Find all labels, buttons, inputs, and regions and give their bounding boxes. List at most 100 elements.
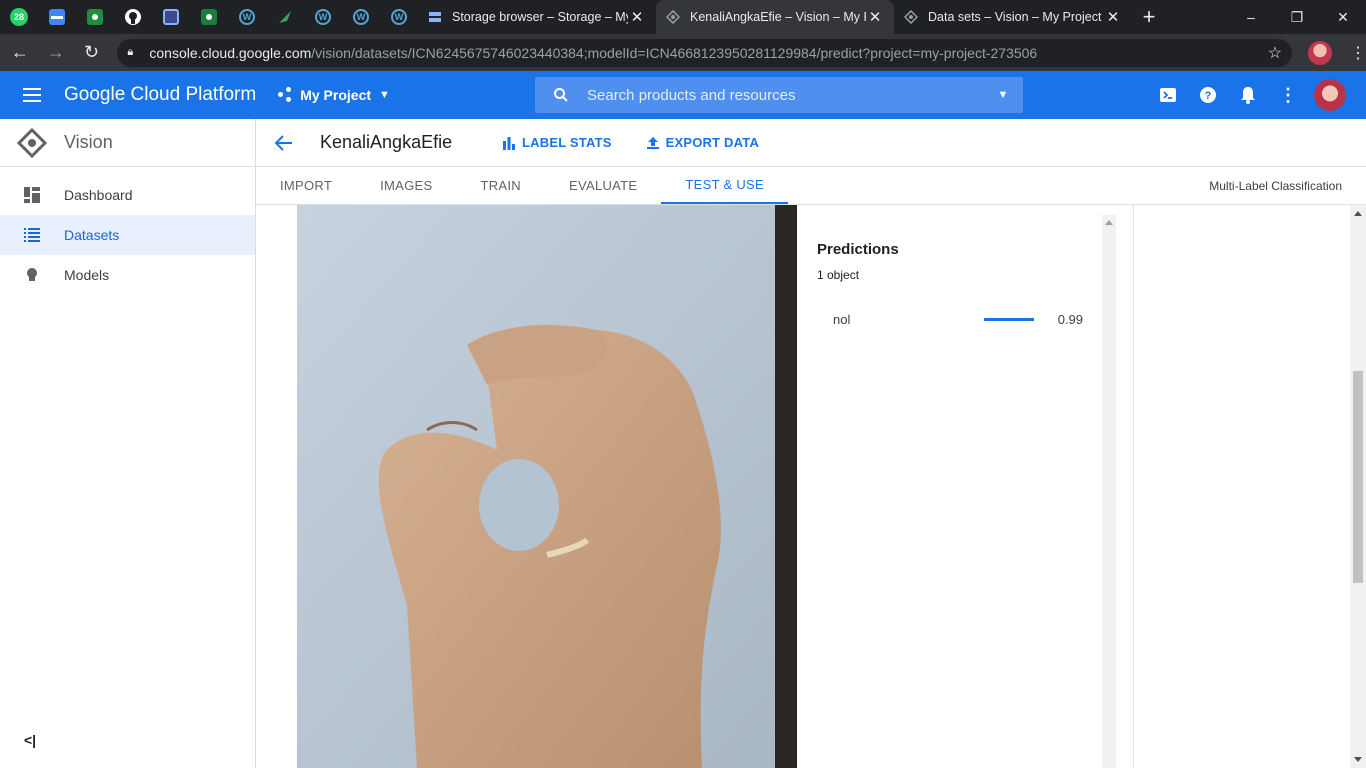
restore-button[interactable]: ❐	[1274, 0, 1320, 34]
wordpress-icon: W	[353, 9, 369, 25]
pinned-tab-feather[interactable]	[266, 0, 304, 34]
address-bar: ← → ↻ 🔒︎ console.cloud.google.com/vision…	[0, 34, 1366, 71]
page-scrollbar[interactable]	[1350, 205, 1366, 768]
feather-icon	[279, 11, 291, 23]
pinned-tab-card[interactable]	[38, 0, 76, 34]
chevron-down-icon: ▼	[379, 89, 390, 101]
minimize-button[interactable]: –	[1228, 0, 1274, 34]
more-vert-icon[interactable]: ⋮	[1268, 71, 1308, 119]
sidebar-item-datasets[interactable]: Datasets	[0, 215, 255, 255]
sidebar-title: Vision	[64, 132, 113, 152]
account-avatar[interactable]	[1314, 79, 1346, 111]
project-selector[interactable]: My Project ▼	[278, 87, 390, 103]
pinned-tab-wordpress-1[interactable]: W	[228, 0, 266, 34]
pinned-tab-wordpress-4[interactable]: W	[380, 0, 418, 34]
close-icon[interactable]: ✕	[866, 8, 884, 26]
pinned-tab-classroom[interactable]	[76, 0, 114, 34]
lock-icon: 🔒︎	[127, 46, 134, 58]
scroll-down-icon[interactable]	[1354, 757, 1362, 762]
classroom-icon	[87, 9, 103, 25]
browser-tab-strip: 28 W W W W Storage browser – Storage – M…	[0, 0, 1366, 34]
pinned-tab-classroom-2[interactable]	[190, 0, 228, 34]
predictions-panel: Predictions 1 object nol 0.99	[797, 215, 1117, 768]
sidebar-item-label: Dashboard	[64, 187, 133, 203]
search-input[interactable]: Search products and resources	[587, 87, 983, 104]
new-tab-button[interactable]: +	[1132, 0, 1166, 34]
collapse-sidebar-icon[interactable]: <|	[24, 732, 36, 748]
forward-icon[interactable]: →	[40, 37, 72, 69]
cloud-shell-icon[interactable]	[1148, 71, 1188, 119]
vision-icon	[666, 10, 680, 24]
url-text: console.cloud.google.com/vision/datasets…	[149, 45, 1267, 61]
svg-text:?: ?	[1205, 90, 1212, 102]
scroll-up-icon[interactable]	[1105, 220, 1113, 225]
tab-title: Data sets – Vision – My Project –	[928, 10, 1104, 24]
chevron-down-icon[interactable]: ▼	[983, 89, 1023, 101]
prediction-score: 0.99	[1057, 311, 1083, 327]
search-icon	[535, 87, 587, 103]
wordpress-icon: W	[315, 9, 331, 25]
lightbulb-icon	[0, 267, 64, 283]
tab-import[interactable]: IMPORT	[256, 167, 356, 204]
bar-chart-icon	[503, 136, 515, 150]
export-data-label: EXPORT DATA	[665, 135, 760, 150]
notifications-bell-icon[interactable]	[1228, 71, 1268, 119]
prediction-label: nol	[833, 311, 851, 327]
window-controls: – ❐ ✕	[1228, 0, 1366, 34]
sidebar-header: Vision	[0, 119, 255, 167]
tab-evaluate[interactable]: EVALUATE	[545, 167, 661, 204]
project-dots-icon	[278, 87, 294, 103]
whatsapp-icon: 28	[10, 8, 28, 26]
dataset-title-bar: KenaliAngkaEfie LABEL STATS EXPORT DATA	[256, 119, 1366, 167]
browser-menu-icon[interactable]: ⋮	[1350, 43, 1366, 63]
scrollbar-thumb[interactable]	[1353, 371, 1363, 583]
export-data-button[interactable]: EXPORT DATA	[646, 135, 759, 150]
pinned-tab-wordpress-3[interactable]: W	[342, 0, 380, 34]
hamburger-menu-icon[interactable]	[0, 71, 64, 119]
product-title[interactable]: Google Cloud Platform	[64, 84, 256, 106]
browser-profile-avatar[interactable]	[1308, 40, 1332, 65]
vision-sidebar: Vision Dashboard Datasets Models <|	[0, 119, 256, 768]
classroom-icon	[201, 9, 217, 25]
predictions-scrollbar[interactable]	[1102, 215, 1116, 768]
tab-images[interactable]: IMAGES	[356, 167, 456, 204]
wordpress-icon: W	[391, 9, 407, 25]
upload-icon	[646, 136, 659, 149]
browser-tab-storage[interactable]: Storage browser – Storage – My P ✕	[418, 0, 656, 34]
tab-train[interactable]: TRAIN	[457, 167, 546, 204]
github-icon	[125, 9, 141, 25]
app-icon	[163, 9, 179, 25]
search-bar[interactable]: Search products and resources ▼	[535, 77, 1023, 113]
tab-test-and-use[interactable]: TEST & USE	[661, 167, 789, 204]
pinned-tab-whatsapp[interactable]: 28	[0, 0, 38, 34]
pinned-tab-app[interactable]	[152, 0, 190, 34]
close-icon[interactable]: ✕	[1104, 8, 1122, 26]
scroll-up-icon[interactable]	[1354, 211, 1362, 216]
page-title: KenaliAngkaEfie	[320, 132, 453, 152]
vision-icon	[904, 10, 918, 24]
bookmark-star-icon[interactable]: ☆	[1268, 43, 1282, 63]
main-content: KenaliAngkaEfie LABEL STATS EXPORT DATA …	[256, 119, 1366, 768]
label-stats-button[interactable]: LABEL STATS	[502, 135, 612, 150]
back-arrow-icon[interactable]	[256, 134, 312, 151]
url-field[interactable]: 🔒︎ console.cloud.google.com/vision/datas…	[117, 38, 1293, 67]
sidebar-item-dashboard[interactable]: Dashboard	[0, 175, 255, 215]
dataset-tabs: IMPORT IMAGES TRAIN EVALUATE TEST & USE …	[256, 167, 1366, 205]
help-icon[interactable]: ?	[1188, 71, 1228, 119]
dashboard-icon	[0, 187, 64, 203]
browser-tab-vision[interactable]: KenaliAngkaEfie – Vision – My Pr ✕	[656, 0, 894, 34]
pinned-tab-wordpress-2[interactable]: W	[304, 0, 342, 34]
reload-icon[interactable]: ↻	[76, 37, 108, 69]
url-host: console.cloud.google.com	[149, 44, 312, 61]
browser-tab-datasets[interactable]: Data sets – Vision – My Project – ✕	[894, 0, 1132, 34]
close-icon[interactable]: ✕	[628, 8, 646, 26]
predictions-count: 1 object	[817, 268, 860, 282]
sidebar-item-label: Models	[64, 267, 110, 283]
tab-title: KenaliAngkaEfie – Vision – My Pr	[690, 10, 866, 24]
project-name: My Project	[300, 87, 372, 103]
back-icon[interactable]: ←	[4, 37, 36, 69]
sidebar-nav: Dashboard Datasets Models	[0, 167, 255, 295]
close-window-button[interactable]: ✕	[1320, 0, 1366, 34]
sidebar-item-models[interactable]: Models	[0, 255, 255, 295]
pinned-tab-github[interactable]	[114, 0, 152, 34]
